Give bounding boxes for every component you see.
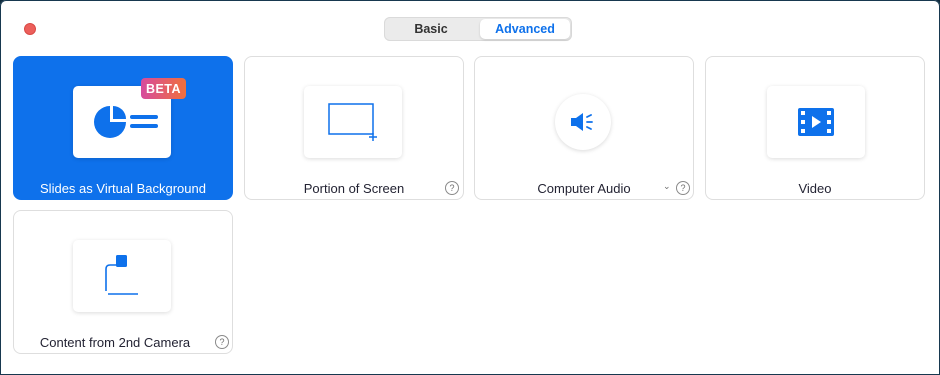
card-label: Video bbox=[798, 181, 832, 196]
document-camera-icon bbox=[105, 255, 138, 295]
card-label: Computer Audio bbox=[537, 181, 631, 196]
close-window-button[interactable] bbox=[24, 23, 36, 35]
film-icon bbox=[798, 108, 834, 136]
share-option-computer-audio[interactable]: Computer Audio ⌄ ? bbox=[474, 56, 694, 200]
help-icon[interactable]: ? bbox=[445, 181, 459, 195]
tab-advanced[interactable]: Advanced bbox=[480, 19, 570, 39]
share-mode-tabs: Basic Advanced bbox=[384, 17, 572, 41]
tab-basic[interactable]: Basic bbox=[386, 19, 476, 39]
portion-thumbnail bbox=[304, 86, 402, 158]
share-screen-window: Basic Advanced BETA Slides as Virtual Ba… bbox=[0, 0, 940, 375]
beta-badge: BETA bbox=[141, 78, 186, 99]
speaker-icon bbox=[571, 113, 593, 131]
audio-thumbnail bbox=[555, 94, 611, 150]
card-label: Slides as Virtual Background bbox=[40, 181, 206, 196]
help-icon[interactable]: ? bbox=[215, 335, 229, 349]
camera-thumbnail bbox=[73, 240, 171, 312]
card-label: Portion of Screen bbox=[303, 181, 405, 196]
share-option-second-camera[interactable]: Content from 2nd Camera ? bbox=[13, 210, 233, 354]
chevron-down-icon[interactable]: ⌄ bbox=[663, 181, 671, 192]
video-thumbnail bbox=[767, 86, 865, 158]
share-option-portion-of-screen[interactable]: Portion of Screen ? bbox=[244, 56, 464, 200]
screen-portion-icon bbox=[328, 103, 377, 141]
card-label: Content from 2nd Camera bbox=[39, 335, 191, 350]
help-icon[interactable]: ? bbox=[676, 181, 690, 195]
slides-pie-icon bbox=[94, 106, 158, 138]
share-option-slides[interactable]: BETA Slides as Virtual Background bbox=[13, 56, 233, 200]
share-option-video[interactable]: Video bbox=[705, 56, 925, 200]
